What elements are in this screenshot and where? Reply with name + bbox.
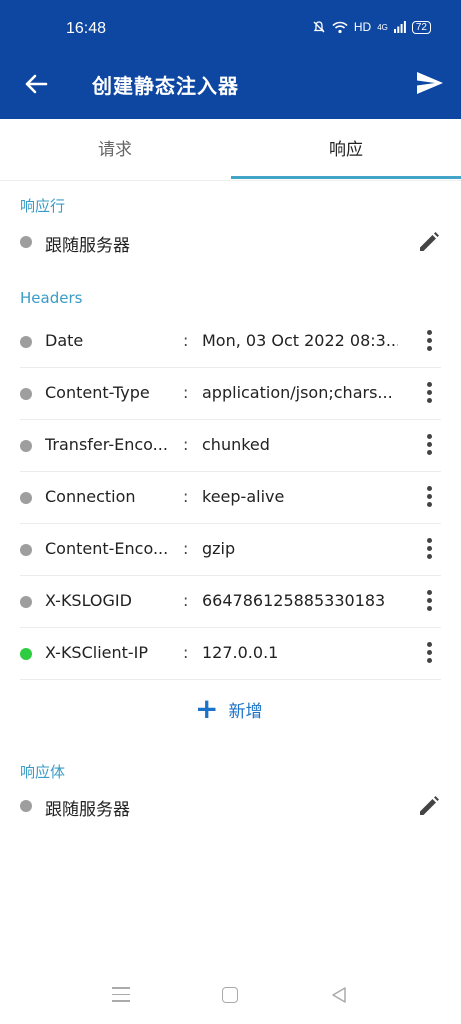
signal-type-label: 4G bbox=[377, 22, 388, 32]
header-key: X-KSClient-IP bbox=[45, 643, 149, 662]
header-value: chunked bbox=[202, 435, 270, 454]
header-value: 664786125885330183 bbox=[202, 591, 386, 610]
header-row[interactable]: Date : Mon, 03 Oct 2022 08:3... bbox=[0, 316, 461, 368]
header-separator: : bbox=[183, 383, 189, 402]
response-body-row[interactable]: 跟随服务器 bbox=[0, 784, 461, 828]
more-vert-icon[interactable] bbox=[425, 538, 433, 562]
response-body-label: 跟随服务器 bbox=[45, 800, 130, 820]
header-row[interactable]: X-KSClient-IP : 127.0.0.1 bbox=[0, 628, 461, 680]
plus-icon: + bbox=[195, 692, 219, 725]
page-title: 创建静态注入器 bbox=[92, 74, 239, 98]
more-vert-icon[interactable] bbox=[425, 590, 433, 614]
app-bar: 16:48 HD 4G 72 创建静态注入器 bbox=[0, 0, 461, 119]
header-key: X-KSLOGID bbox=[45, 591, 132, 610]
back-triangle-icon[interactable] bbox=[329, 985, 349, 1005]
wifi-icon bbox=[332, 21, 348, 33]
header-key: Connection bbox=[45, 487, 136, 506]
header-row[interactable]: X-KSLOGID : 664786125885330183 bbox=[0, 576, 461, 628]
status-time: 16:48 bbox=[66, 20, 107, 37]
header-value: application/json;chars... bbox=[202, 383, 393, 402]
system-nav-bar bbox=[0, 975, 461, 1019]
status-dot bbox=[20, 492, 32, 504]
header-value: Mon, 03 Oct 2022 08:3... bbox=[202, 331, 398, 350]
header-value: keep-alive bbox=[202, 487, 285, 506]
header-separator: : bbox=[183, 331, 189, 350]
header-key: Transfer-Enco... bbox=[45, 435, 168, 454]
header-row[interactable]: Content-Type : application/json;chars... bbox=[0, 368, 461, 420]
tab-bar: 请求 响应 bbox=[0, 119, 461, 181]
tab-response[interactable]: 响应 bbox=[231, 119, 461, 181]
header-separator: : bbox=[183, 643, 189, 662]
more-vert-icon[interactable] bbox=[425, 330, 433, 354]
header-row[interactable]: Content-Enco... : gzip bbox=[0, 524, 461, 576]
toolbar: 创建静态注入器 bbox=[0, 62, 461, 106]
status-bar: 16:48 HD 4G 72 bbox=[0, 18, 461, 42]
response-line-label: 跟随服务器 bbox=[45, 236, 130, 256]
headers-section-title: Headers bbox=[20, 289, 83, 307]
header-separator: : bbox=[183, 435, 189, 454]
header-key: Content-Type bbox=[45, 383, 150, 402]
status-dot bbox=[20, 236, 32, 248]
header-value: 127.0.0.1 bbox=[202, 643, 279, 662]
row-divider bbox=[20, 679, 441, 680]
status-icons: HD 4G 72 bbox=[312, 20, 431, 34]
arrow-left-icon[interactable] bbox=[22, 70, 50, 98]
more-vert-icon[interactable] bbox=[425, 434, 433, 458]
status-dot bbox=[20, 388, 32, 400]
status-dot bbox=[20, 440, 32, 452]
tab-indicator bbox=[231, 176, 461, 179]
header-separator: : bbox=[183, 487, 189, 506]
more-vert-icon[interactable] bbox=[425, 642, 433, 666]
header-separator: : bbox=[183, 539, 189, 558]
header-row[interactable]: Transfer-Enco... : chunked bbox=[0, 420, 461, 472]
header-key: Content-Enco... bbox=[45, 539, 169, 558]
add-header-label: 新增 bbox=[228, 701, 263, 722]
add-header-button[interactable]: + 新增 bbox=[195, 692, 262, 726]
home-square-icon[interactable] bbox=[222, 987, 238, 1003]
response-line-section-title: 响应行 bbox=[20, 197, 66, 215]
send-icon[interactable] bbox=[415, 68, 445, 98]
network-type-label: HD bbox=[353, 20, 372, 34]
recents-menu-icon[interactable] bbox=[112, 987, 130, 1003]
tab-request[interactable]: 请求 bbox=[0, 119, 230, 181]
mute-bell-icon bbox=[313, 21, 325, 33]
status-dot bbox=[20, 800, 32, 812]
more-vert-icon[interactable] bbox=[425, 486, 433, 510]
status-dot bbox=[20, 648, 32, 660]
response-line-row[interactable]: 跟随服务器 bbox=[0, 220, 461, 264]
status-dot bbox=[20, 544, 32, 556]
pencil-icon[interactable] bbox=[417, 794, 441, 818]
more-vert-icon[interactable] bbox=[425, 382, 433, 406]
header-value: gzip bbox=[202, 539, 236, 558]
pencil-icon[interactable] bbox=[417, 230, 441, 254]
battery-indicator: 72 bbox=[411, 20, 431, 34]
header-row[interactable]: Connection : keep-alive bbox=[0, 472, 461, 524]
status-dot bbox=[20, 336, 32, 348]
header-key: Date bbox=[45, 331, 84, 350]
header-separator: : bbox=[183, 591, 189, 610]
response-body-section-title: 响应体 bbox=[20, 763, 66, 781]
signal-icon bbox=[393, 21, 406, 33]
status-dot bbox=[20, 596, 32, 608]
